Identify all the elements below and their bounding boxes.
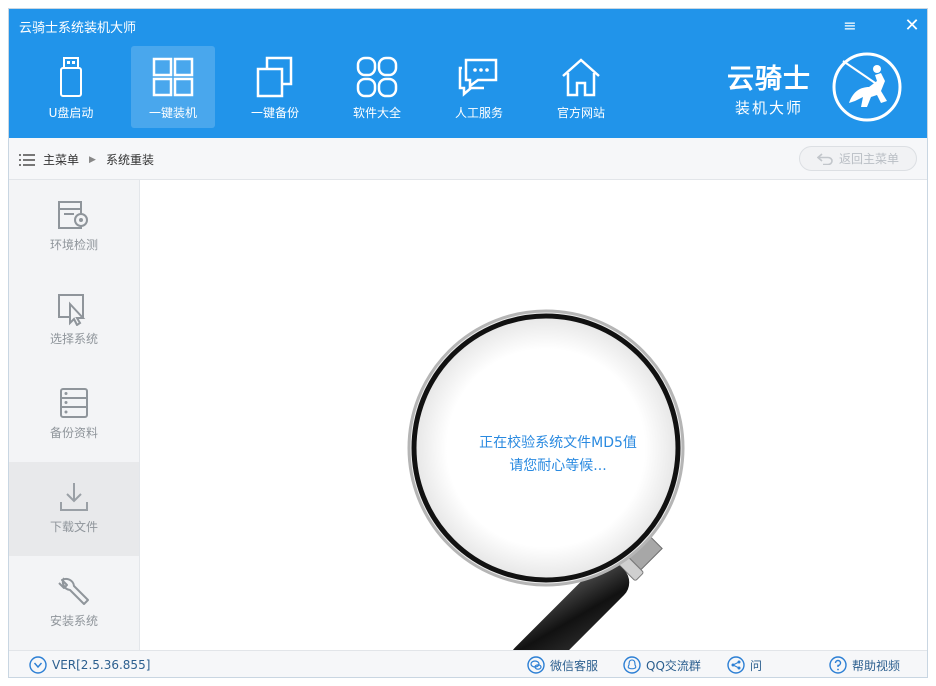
home-icon [562,58,600,97]
breadcrumb-separator-icon: ▶ [89,154,96,165]
back-to-main-button[interactable]: 返回主菜单 [799,146,917,171]
menu-icon[interactable]: ≡ [839,15,861,37]
sidebar-item-label: 环境检测 [49,238,98,252]
share-label: 问 [750,658,763,673]
share-icon [727,656,745,674]
environment-check-icon [58,201,88,229]
qq-icon [623,656,641,674]
nav-label: 官方网站 [556,106,605,120]
sidebar-item-label: 备份资料 [49,426,98,440]
version-text: VER[2.5.36.855] [52,658,151,672]
breadcrumb-root[interactable]: 主菜单 [43,151,79,168]
windows-icon [152,57,194,97]
magnifier-icon [407,309,685,650]
nav-official-site[interactable]: 官方网站 [539,46,623,128]
sidebar-item-select-system[interactable]: 选择系统 [9,274,139,368]
back-button-label: 返回主菜单 [838,152,899,166]
knight-emblem-icon [832,52,902,122]
usb-icon [60,57,82,97]
wrench-icon [58,577,89,605]
database-icon [60,388,88,418]
header: 云骑士系统装机大师 ≡ ✕ U盘启动 一键装机 一键备份 软件大全 人工服务 官… [9,9,927,138]
nav-software[interactable]: 软件大全 [335,46,419,128]
download-icon [60,483,88,511]
chat-icon [458,58,498,97]
sidebar-item-backup-data[interactable]: 备份资料 [9,368,139,462]
status-text-line1: 正在校验系统文件MD5值 [479,435,637,451]
nav-one-click-backup[interactable]: 一键备份 [233,46,317,128]
wechat-label: 微信客服 [550,658,599,673]
sidebar-item-label: 选择系统 [49,332,98,346]
nav-label: 软件大全 [352,106,401,120]
nav-one-click-install[interactable]: 一键装机 [131,46,215,128]
nav-label: 人工服务 [454,106,503,120]
logo-subtext: 装机大师 [735,99,804,117]
breadcrumb-bar: 主菜单 ▶ 系统重装 返回主菜单 [9,138,927,180]
nav-label: 一键备份 [250,106,299,120]
backup-icon [256,56,293,98]
list-icon [19,153,35,166]
sidebar-item-install-system[interactable]: 安装系统 [9,556,139,650]
help-icon [829,656,847,674]
nav-label: U盘启动 [48,106,94,120]
status-text-line2: 请您耐心等候... [509,458,607,474]
sidebar-item-label: 下载文件 [49,520,98,534]
footer: VER[2.5.36.855] 微信客服 QQ交流群 问 帮助视频 [9,650,927,677]
version-info: VER[2.5.36.855] [29,656,150,674]
sidebar: 环境检测 选择系统 备份资料 下载文件 安装系统 [9,180,140,650]
sidebar-item-label: 安装系统 [49,614,98,628]
sidebar-item-download-files[interactable]: 下载文件 [9,462,139,556]
breadcrumb-current: 系统重装 [105,153,154,167]
sidebar-item-environment-check[interactable]: 环境检测 [9,180,139,274]
wechat-icon [527,656,545,674]
nav-manual-service[interactable]: 人工服务 [437,46,521,128]
help-label: 帮助视频 [852,658,901,673]
top-nav: U盘启动 一键装机 一键备份 软件大全 人工服务 官方网站 [29,46,641,128]
app-window: 云骑士系统装机大师 ≡ ✕ U盘启动 一键装机 一键备份 软件大全 人工服务 官… [8,8,928,678]
brand-logo: 云骑士 装机大师 [723,51,903,123]
share-link[interactable]: 问 [727,656,762,674]
qq-group-link[interactable]: QQ交流群 [623,656,701,674]
cursor-select-icon [58,294,86,326]
help-video-link[interactable]: 帮助视频 [829,656,900,674]
app-title: 云骑士系统装机大师 [19,21,137,36]
version-chevron-icon [29,656,47,674]
wechat-service-link[interactable]: 微信客服 [527,656,598,674]
back-arrow-icon [816,152,833,165]
qq-label: QQ交流群 [646,658,701,673]
logo-text: 云骑士 [727,64,811,95]
main-panel: 正在校验系统文件MD5值 请您耐心等候... [140,180,927,650]
nav-usb-boot[interactable]: U盘启动 [29,46,113,128]
close-icon[interactable]: ✕ [901,15,923,37]
breadcrumb: 主菜单 ▶ 系统重装 [19,151,154,168]
apps-icon [356,56,398,98]
nav-label: 一键装机 [148,106,197,120]
